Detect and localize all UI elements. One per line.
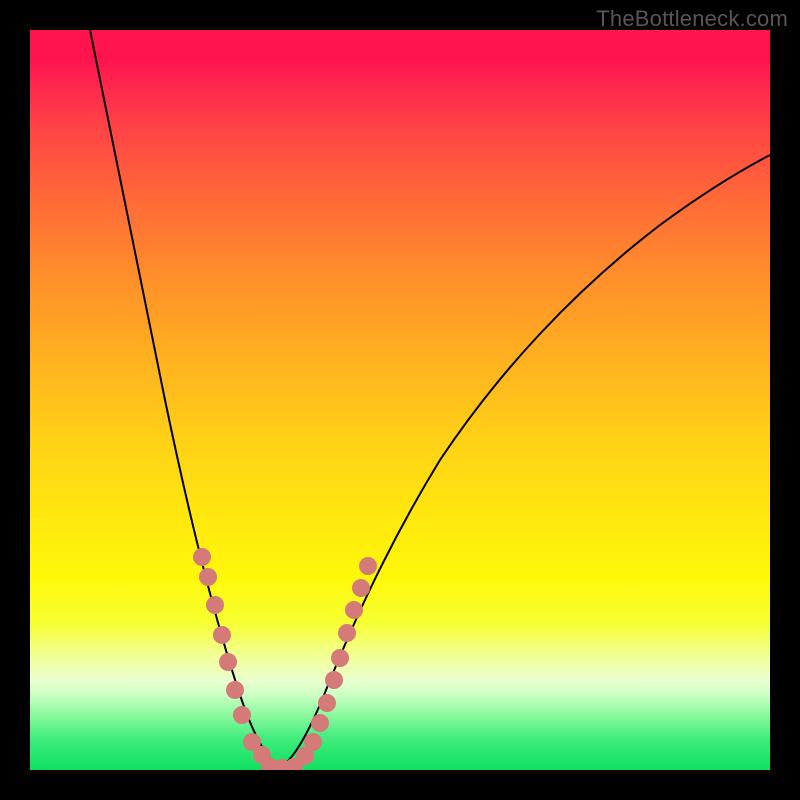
dot	[338, 624, 356, 642]
dot	[359, 557, 377, 575]
figure-frame: TheBottleneck.com	[0, 0, 800, 800]
dot	[233, 706, 251, 724]
dot	[352, 579, 370, 597]
right-branch-curve	[280, 155, 770, 768]
dot	[304, 733, 322, 751]
dot	[213, 626, 231, 644]
dot	[318, 694, 336, 712]
dot	[226, 681, 244, 699]
dot	[206, 596, 224, 614]
watermark-text: TheBottleneck.com	[596, 6, 788, 32]
dot	[345, 601, 363, 619]
data-dots	[193, 548, 377, 770]
dot	[325, 671, 343, 689]
plot-area	[30, 30, 770, 770]
left-branch-curve	[90, 30, 280, 768]
dot	[193, 548, 211, 566]
dot	[219, 653, 237, 671]
dot	[199, 568, 217, 586]
dot	[331, 649, 349, 667]
curve-layer	[30, 30, 770, 770]
dot	[311, 714, 329, 732]
